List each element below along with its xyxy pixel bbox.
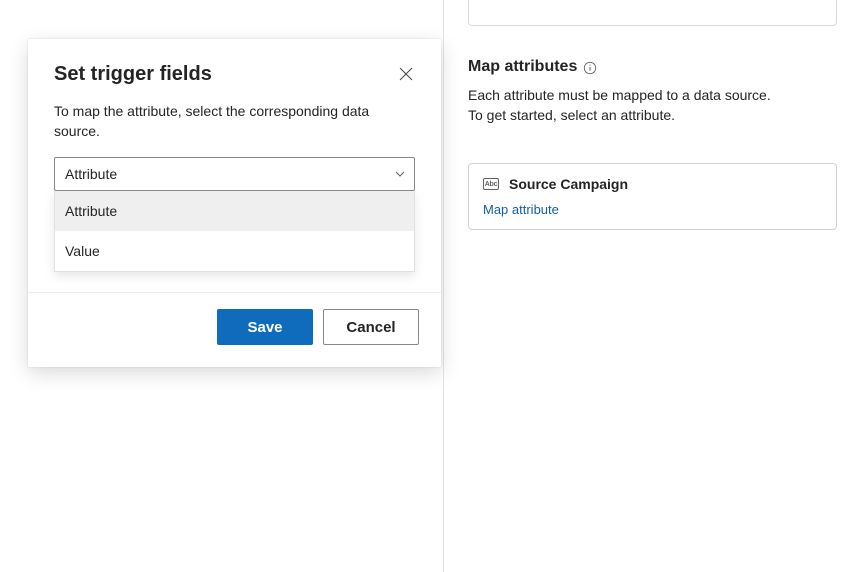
vertical-divider: [443, 0, 444, 572]
close-icon: [399, 67, 413, 84]
attribute-card[interactable]: Abc Source Campaign Map attribute: [468, 163, 837, 230]
map-attribute-link[interactable]: Map attribute: [483, 202, 559, 217]
text-type-icon: Abc: [483, 178, 499, 190]
dialog-header: Set trigger fields: [28, 39, 441, 86]
dialog-footer: Save Cancel: [28, 293, 441, 367]
dialog-description: To map the attribute, select the corresp…: [28, 86, 441, 141]
save-button[interactable]: Save: [217, 309, 313, 345]
dropdown-selected-value: Attribute: [65, 166, 117, 182]
map-attributes-header: Map attributes: [468, 58, 837, 76]
data-source-dropdown[interactable]: Attribute: [54, 157, 415, 191]
dropdown-option-value[interactable]: Value: [55, 231, 414, 271]
info-icon[interactable]: [583, 61, 597, 75]
attribute-card-header: Abc Source Campaign: [483, 176, 822, 192]
map-attributes-title: Map attributes: [468, 58, 577, 76]
previous-card-edge: [468, 0, 837, 26]
set-trigger-fields-dialog: Set trigger fields To map the attribute,…: [28, 39, 441, 367]
dropdown-list: Attribute Value: [54, 191, 415, 272]
attribute-name: Source Campaign: [509, 176, 628, 192]
map-attributes-description: Each attribute must be mapped to a data …: [468, 86, 788, 125]
chevron-down-icon: [394, 168, 406, 180]
dropdown-wrapper: Attribute Attribute Value: [28, 141, 441, 272]
right-panel: Map attributes Each attribute must be ma…: [468, 0, 837, 230]
dropdown-option-attribute[interactable]: Attribute: [55, 191, 414, 231]
dialog-title: Set trigger fields: [54, 63, 212, 86]
close-button[interactable]: [397, 65, 415, 86]
cancel-button[interactable]: Cancel: [323, 309, 419, 345]
